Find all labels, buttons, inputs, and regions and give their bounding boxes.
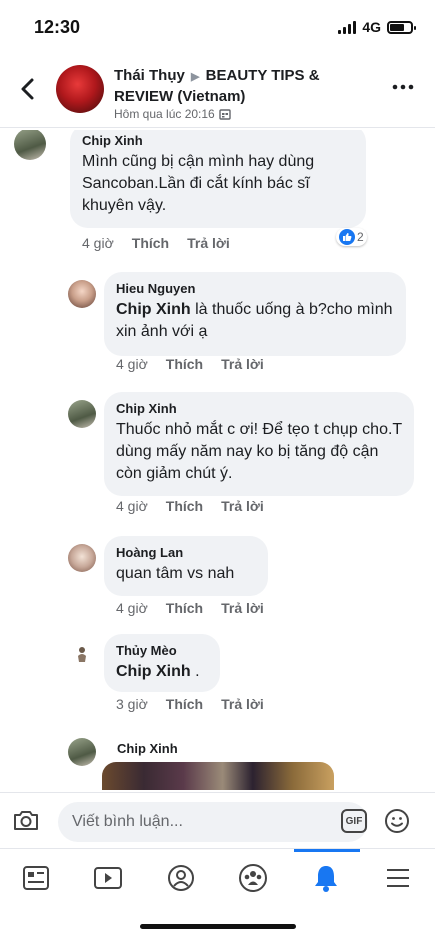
tab-profile[interactable] — [145, 855, 217, 901]
comment-input[interactable] — [58, 802, 368, 842]
tab-notifications[interactable] — [290, 855, 362, 901]
like-reaction-icon — [339, 229, 355, 245]
post-title[interactable]: Thái Thụy ▶ BEAUTY TIPS & REVIEW (Vietna… — [114, 66, 374, 106]
comment-bubble: Hoàng Lan quan tâm vs nah — [104, 536, 268, 596]
commenter-avatar[interactable] — [68, 640, 96, 668]
network-type: 4G — [362, 19, 381, 35]
comment-reply: Chip Xinh Thuốc nhỏ mắt c ơi! Để tẹo t c… — [0, 392, 435, 522]
reply-button[interactable]: Trả lời — [221, 600, 264, 616]
post-header: Thái Thụy ▶ BEAUTY TIPS & REVIEW (Vietna… — [0, 56, 435, 128]
mention-tag[interactable]: Chip Xinh — [116, 301, 191, 318]
tab-video[interactable] — [72, 855, 144, 901]
like-button[interactable]: Thích — [132, 235, 169, 251]
group-privacy-icon — [219, 109, 231, 120]
reply-button[interactable]: Trả lời — [221, 498, 264, 514]
signal-icon — [338, 20, 357, 34]
comment: Chip Xinh Mình cũng bị cận mình hay dùng… — [0, 130, 435, 260]
author-avatar[interactable] — [56, 65, 104, 113]
comment-photo[interactable] — [102, 762, 334, 790]
active-tab-indicator — [294, 849, 360, 852]
author-name[interactable]: Thái Thụy — [114, 67, 185, 84]
post-timestamp: Hôm qua lúc 20:16 — [114, 107, 215, 121]
commenter-avatar[interactable] — [68, 738, 96, 766]
comment-text: . — [190, 663, 200, 680]
emoji-icon[interactable] — [384, 808, 410, 834]
commenter-name[interactable]: Chip Xinh — [82, 132, 354, 149]
comment-composer: GIF — [0, 792, 435, 848]
reaction-number: 2 — [357, 230, 364, 244]
reply-button[interactable]: Trả lời — [221, 356, 264, 372]
camera-icon[interactable] — [12, 807, 40, 833]
commenter-avatar[interactable] — [68, 280, 96, 308]
news-feed-icon — [23, 866, 49, 890]
like-button[interactable]: Thích — [166, 600, 203, 616]
status-time: 12:30 — [34, 17, 81, 37]
tab-groups[interactable] — [217, 855, 289, 901]
video-icon — [94, 867, 122, 889]
comment-time: 4 giờ — [116, 356, 148, 372]
comment-reply: Chip Xinh — [0, 734, 435, 790]
groups-icon — [239, 864, 267, 892]
comment-reply: Thủy Mèo Chip Xinh . 3 giờ Thích Trả lời — [0, 632, 435, 728]
comment-bubble: Chip Xinh Mình cũng bị cận mình hay dùng… — [70, 130, 366, 228]
commenter-avatar[interactable] — [68, 544, 96, 572]
right-triangle-icon: ▶ — [191, 71, 200, 83]
commenter-name[interactable]: Thủy Mèo — [116, 642, 208, 659]
status-bar: 12:30 4G — [0, 0, 435, 56]
comment-time: 3 giờ — [116, 696, 148, 712]
commenter-name[interactable]: Hoàng Lan — [116, 544, 256, 561]
comment-list: Chip Xinh Mình cũng bị cận mình hay dùng… — [0, 130, 435, 790]
comment-text: Thuốc nhỏ mắt c ơi! Để tẹo t chụp cho.T … — [116, 421, 402, 482]
gif-icon[interactable]: GIF — [341, 809, 367, 833]
like-button[interactable]: Thích — [166, 696, 203, 712]
cat-figure-icon — [78, 647, 86, 662]
more-options-icon[interactable] — [391, 82, 415, 92]
comment-text: quan tâm vs nah — [116, 565, 235, 582]
menu-icon — [387, 869, 409, 887]
tab-menu[interactable] — [362, 855, 434, 901]
commenter-avatar[interactable] — [68, 400, 96, 428]
comment-reply: Hieu Nguyen Chip Xinh là thuốc uống à b?… — [0, 270, 435, 380]
comment-reply: Hoàng Lan quan tâm vs nah 4 giờ Thích Tr… — [0, 536, 435, 626]
commenter-name[interactable]: Chip Xinh — [116, 400, 402, 417]
reaction-count[interactable]: 2 — [336, 228, 367, 246]
reply-button[interactable]: Trả lời — [187, 235, 230, 251]
bottom-tab-bar — [0, 848, 435, 908]
comment-time: 4 giờ — [116, 498, 148, 514]
commenter-name[interactable]: Chip Xinh — [117, 740, 178, 757]
tab-news-feed[interactable] — [0, 855, 72, 901]
notifications-icon — [315, 866, 337, 892]
comment-bubble: Chip Xinh Thuốc nhỏ mắt c ơi! Để tẹo t c… — [104, 392, 414, 496]
reply-button[interactable]: Trả lời — [221, 696, 264, 712]
comment-bubble: Thủy Mèo Chip Xinh . — [104, 634, 220, 692]
comment-time: 4 giờ — [82, 235, 114, 251]
comment-time: 4 giờ — [116, 600, 148, 616]
comment-text: Mình cũng bị cận mình hay dùng Sancoban.… — [82, 153, 315, 214]
like-button[interactable]: Thích — [166, 498, 203, 514]
mention-tag[interactable]: Chip Xinh — [116, 663, 191, 680]
back-arrow-icon[interactable] — [16, 74, 40, 104]
comment-bubble: Hieu Nguyen Chip Xinh là thuốc uống à b?… — [104, 272, 406, 356]
commenter-avatar[interactable] — [14, 130, 46, 160]
like-button[interactable]: Thích — [166, 356, 203, 372]
commenter-name[interactable]: Hieu Nguyen — [116, 280, 394, 297]
home-indicator[interactable] — [140, 924, 296, 929]
battery-icon — [387, 20, 416, 34]
profile-icon — [168, 865, 194, 891]
